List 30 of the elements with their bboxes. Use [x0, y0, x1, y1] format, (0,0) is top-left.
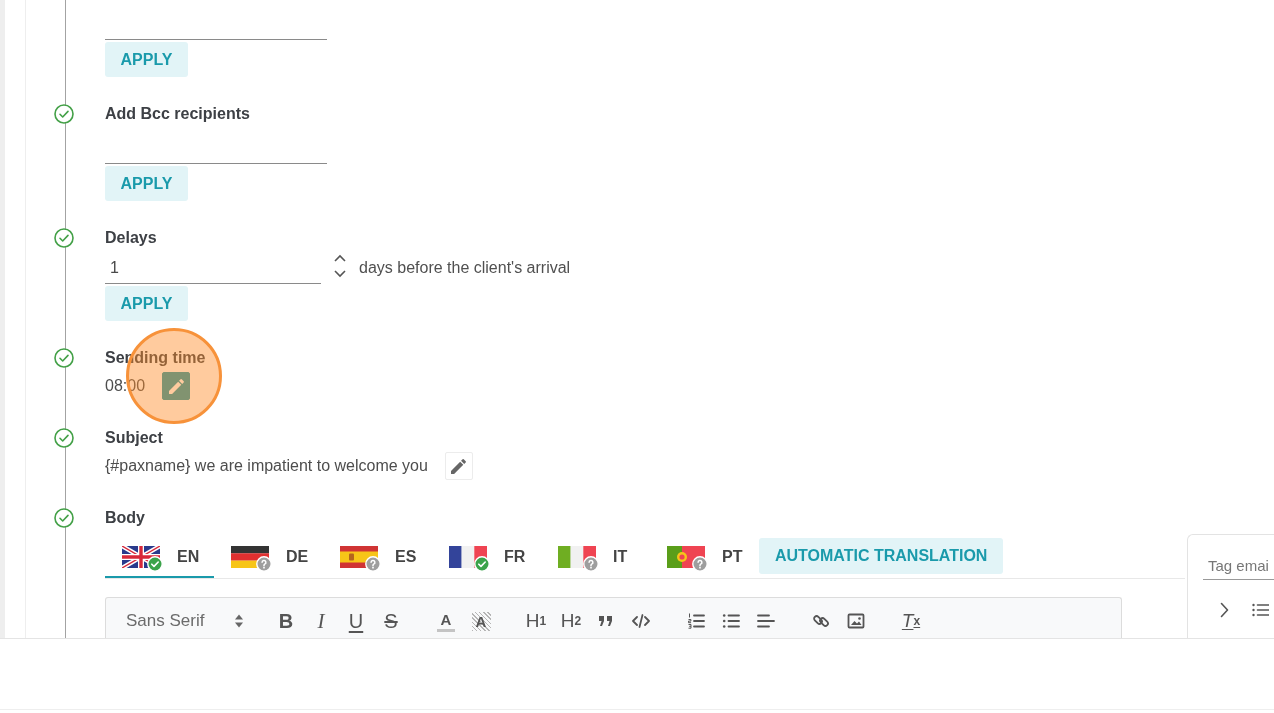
value-text: {#paxname} we are impatient to welcome you: [105, 457, 428, 475]
unit-label: days before the client's arrival: [359, 258, 571, 277]
code-icon: [632, 612, 650, 630]
font-select[interactable]: Sans Serif: [116, 607, 252, 635]
language-tab[interactable]: ES: [323, 538, 432, 578]
tag-field[interactable]: Tag emai: [1203, 552, 1274, 580]
sort-caret-icon: [234, 613, 244, 629]
bullet-list-icon: [722, 612, 740, 630]
step-title: Delays: [105, 228, 157, 248]
underline-button[interactable]: U: [342, 607, 370, 635]
language-tab[interactable]: FR: [432, 538, 541, 578]
step-title: Add Bcc recipients: [105, 104, 250, 124]
link-icon: [812, 612, 830, 630]
language-tab[interactable]: DE: [214, 538, 323, 578]
numbered-list-icon: [687, 612, 705, 630]
language-tab[interactable]: EN: [105, 538, 214, 578]
italic-button[interactable]: I: [307, 607, 335, 635]
bold-button[interactable]: B: [272, 607, 300, 635]
language-tab[interactable]: PT: [650, 538, 759, 578]
strikethrough-button[interactable]: S: [377, 607, 405, 635]
list-icon[interactable]: [1252, 603, 1269, 617]
language-tab[interactable]: IT: [541, 538, 650, 578]
pencil-icon: [451, 458, 467, 474]
step-title: Subject: [105, 428, 163, 448]
step-title: Body: [105, 508, 145, 528]
pencil-icon: [168, 378, 184, 394]
number-field[interactable]: 1: [105, 248, 321, 284]
image-icon: [847, 612, 865, 630]
align-left-icon: [757, 612, 775, 630]
chevron-right-icon[interactable]: [1220, 602, 1229, 618]
